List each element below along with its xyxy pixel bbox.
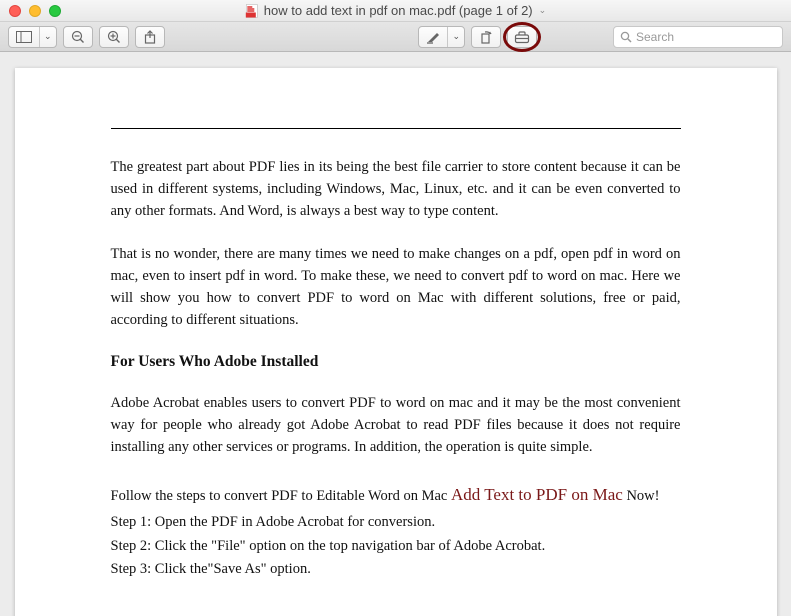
chevron-down-icon: ⌄: [39, 27, 56, 47]
highlight-button[interactable]: ⌄: [418, 26, 465, 48]
document-link[interactable]: Add Text to PDF on Mac: [451, 485, 623, 504]
share-icon: [143, 30, 157, 44]
zoom-in-icon: [107, 30, 121, 44]
horizontal-rule: [111, 128, 681, 129]
text-run: Follow the steps to convert PDF to Edita…: [111, 488, 452, 504]
zoom-out-button[interactable]: [63, 26, 93, 48]
chevron-down-icon[interactable]: ⌄: [538, 5, 547, 16]
step-line: Step 1: Open the PDF in Adobe Acrobat fo…: [111, 511, 681, 534]
search-field[interactable]: Search: [613, 26, 783, 48]
zoom-out-icon: [71, 30, 85, 44]
close-window-button[interactable]: [9, 5, 21, 17]
zoom-window-button[interactable]: [49, 5, 61, 17]
highlighter-icon: [419, 27, 447, 47]
toolbar-right-group: ⌄ Search: [418, 26, 783, 48]
window-title-text: how to add text in pdf on mac.pdf (page …: [264, 3, 533, 18]
share-button[interactable]: [135, 26, 165, 48]
section-heading: For Users Who Adobe Installed: [111, 353, 681, 371]
toolbar-left-group: ⌄: [8, 26, 165, 48]
rotate-icon: [479, 30, 493, 44]
step-line: Step 2: Click the "File" option on the t…: [111, 535, 681, 558]
traffic-lights: [0, 5, 61, 17]
search-icon: [620, 31, 632, 43]
text-run: Now!: [623, 488, 660, 504]
search-placeholder: Search: [636, 30, 674, 44]
view-mode-button[interactable]: ⌄: [8, 26, 57, 48]
zoom-in-button[interactable]: [99, 26, 129, 48]
minimize-window-button[interactable]: [29, 5, 41, 17]
document-viewport[interactable]: The greatest part about PDF lies in its …: [0, 52, 791, 616]
rotate-button[interactable]: [471, 26, 501, 48]
paragraph: Adobe Acrobat enables users to convert P…: [111, 393, 681, 458]
pdf-page-1: The greatest part about PDF lies in its …: [15, 68, 777, 616]
sidebar-icon: [9, 27, 39, 47]
toolbar: ⌄ ⌄ Search: [0, 22, 791, 52]
chevron-down-icon: ⌄: [447, 27, 464, 47]
window-titlebar: how to add text in pdf on mac.pdf (page …: [0, 0, 791, 22]
paragraph: The greatest part about PDF lies in its …: [111, 157, 681, 222]
paragraph: That is no wonder, there are many times …: [111, 244, 681, 331]
annotation-highlight-circle: [503, 22, 541, 52]
window-title: how to add text in pdf on mac.pdf (page …: [245, 3, 546, 18]
pdf-file-icon: [245, 4, 259, 18]
step-line: Step 3: Click the"Save As" option.: [111, 558, 681, 581]
paragraph: Follow the steps to convert PDF to Edita…: [111, 481, 681, 510]
